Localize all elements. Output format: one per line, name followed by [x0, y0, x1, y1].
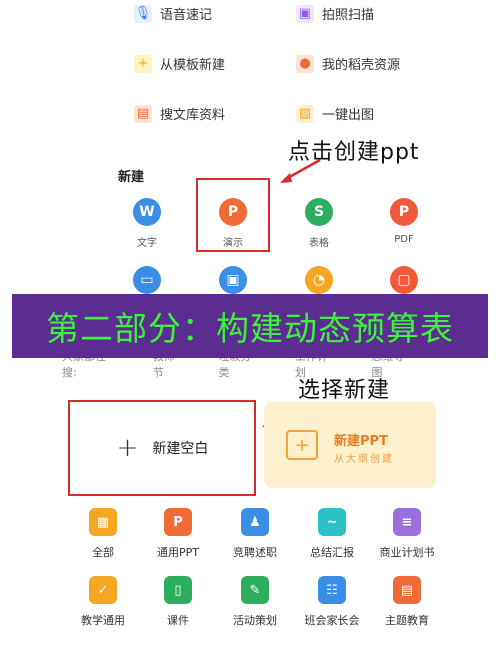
template-label: 商业计划书 — [379, 546, 435, 559]
template-label: 通用PPT — [157, 546, 199, 559]
report-icon: ~ — [318, 508, 346, 536]
quick-item-voice[interactable]: 🎙 语音速记 — [134, 4, 212, 23]
create-item-label: 文字 — [137, 238, 157, 249]
create-item-label: PDF — [394, 234, 414, 245]
add-slide-icon: + — [286, 430, 318, 460]
teach-icon: ✓ — [89, 576, 117, 604]
section-banner: 第二部分：构建动态预算表 — [12, 294, 488, 358]
quick-item-label: 语音速记 — [160, 8, 213, 23]
template-label: 教学通用 — [81, 614, 125, 627]
pdf-icon: P — [390, 198, 418, 226]
quick-item-label: 从模板新建 — [160, 58, 226, 73]
template-category-all[interactable]: ▦ 全部 — [63, 508, 143, 560]
library-icon: ▤ — [134, 104, 152, 123]
template-category-summary[interactable]: ~ 总结汇报 — [292, 508, 372, 560]
word-icon: W — [133, 198, 161, 226]
scan-icon: ▣ — [296, 4, 314, 23]
template-label: 竞聘述职 — [233, 546, 277, 559]
annotation-choose-new: 选择新建 — [298, 378, 391, 403]
courseware-icon: ▯ — [164, 576, 192, 604]
template-category-theme-education[interactable]: ▤ 主题教育 — [367, 576, 447, 628]
person-icon: ♟ — [241, 508, 269, 536]
template-category-courseware[interactable]: ▯ 课件 — [138, 576, 218, 628]
template-label: 班会家长会 — [304, 614, 360, 627]
grid-icon: ▦ — [89, 508, 117, 536]
spreadsheet-icon: S — [305, 198, 333, 226]
template-category-general-ppt[interactable]: P 通用PPT — [138, 508, 218, 560]
image-icon: ▨ — [296, 104, 314, 123]
quick-item-label: 搜文库资料 — [160, 108, 226, 123]
template-icon: + — [134, 54, 152, 73]
highlight-box-presentation — [196, 178, 270, 252]
quick-item-label: 一键出图 — [322, 108, 375, 123]
user-icon: ● — [296, 54, 314, 73]
create-item-spreadsheet[interactable]: S 表格 — [289, 198, 349, 249]
create-item-word[interactable]: W 文字 — [117, 198, 177, 249]
create-item-pdf[interactable]: P PDF — [374, 198, 434, 245]
theme-icon: ▤ — [393, 576, 421, 604]
template-label: 活动策划 — [233, 614, 277, 627]
microphone-icon: 🎙 — [134, 4, 152, 23]
template-category-teaching[interactable]: ✓ 教学通用 — [63, 576, 143, 628]
quick-item-label: 拍照扫描 — [322, 8, 375, 23]
contact-icon: ▣ — [219, 266, 247, 294]
template-label: 全部 — [92, 546, 114, 559]
highlight-box-blank — [68, 400, 256, 496]
outline-title: 新建PPT — [334, 434, 388, 449]
quick-item-library[interactable]: ▤ 搜文库资料 — [134, 104, 225, 123]
quick-item-image[interactable]: ▨ 一键出图 — [296, 104, 374, 123]
template-category-job-report[interactable]: ♟ 竞聘述职 — [215, 508, 295, 560]
meeting-icon: ☷ — [318, 576, 346, 604]
template-category-class-meeting[interactable]: ☷ 班会家长会 — [292, 576, 372, 628]
template-label: 总结汇报 — [310, 546, 354, 559]
arrow-icon — [280, 158, 321, 183]
section-title: 新建 — [118, 170, 145, 185]
template-category-event-plan[interactable]: ✎ 活动策划 — [215, 576, 295, 628]
doc-lock-icon: ▢ — [390, 266, 418, 294]
outline-subtitle: 从大纲创建 — [334, 454, 394, 465]
ppt-icon: P — [164, 508, 192, 536]
create-item-label: 表格 — [309, 238, 329, 249]
template-category-business-plan[interactable]: ≡ 商业计划书 — [367, 508, 447, 560]
quick-item-template[interactable]: + 从模板新建 — [134, 54, 225, 73]
banner-text: 第二部分：构建动态预算表 — [46, 309, 454, 348]
quick-item-label: 我的稻壳资源 — [322, 58, 401, 73]
plan-icon: ✎ — [241, 576, 269, 604]
form-icon: ▭ — [133, 266, 161, 294]
template-label: 课件 — [167, 614, 189, 627]
template-label: 主题教育 — [385, 614, 429, 627]
chart-icon: ◔ — [305, 266, 333, 294]
book-icon: ≡ — [393, 508, 421, 536]
new-ppt-from-outline-button[interactable]: + 新建PPT 从大纲创建 — [264, 402, 436, 488]
quick-item-resources[interactable]: ● 我的稻壳资源 — [296, 54, 400, 73]
quick-item-scan[interactable]: ▣ 拍照扫描 — [296, 4, 374, 23]
